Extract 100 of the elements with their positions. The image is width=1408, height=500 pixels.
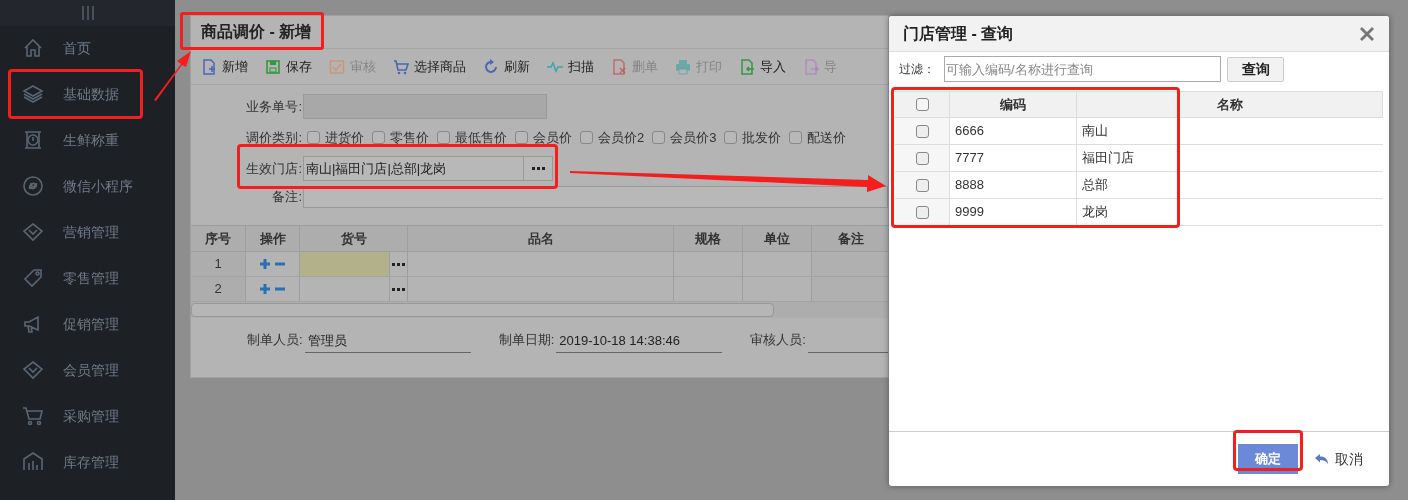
building-icon <box>22 451 44 473</box>
sidebar-item[interactable]: 零售管理 <box>12 257 140 299</box>
toolbar-button[interactable]: 新增 <box>201 56 248 77</box>
remark-field[interactable] <box>303 186 888 208</box>
refresh-icon <box>483 58 499 75</box>
option-label: 会员价2 <box>598 128 645 147</box>
column-header: 货号 <box>300 226 408 251</box>
sidebar-item[interactable]: 生鲜称重 <box>12 119 140 161</box>
scrollbar-thumb[interactable] <box>191 303 774 317</box>
checkbox-icon <box>329 58 345 75</box>
field-value: 南山|福田门店|总部|龙岗 <box>305 159 448 178</box>
row-number: 2 <box>191 277 246 301</box>
column-header: 序号 <box>191 226 246 251</box>
toolbar-button[interactable]: 扫描 <box>547 56 594 77</box>
table-cell: 6666 <box>950 118 1077 144</box>
column-header: 编码 <box>950 92 1077 117</box>
add-icon[interactable] <box>260 284 270 294</box>
checkbox[interactable] <box>915 124 929 138</box>
row-number: 1 <box>191 252 246 276</box>
add-icon[interactable] <box>260 259 270 269</box>
cart-icon <box>393 58 409 75</box>
filter-field[interactable]: 可输入编码/名称进行查询 <box>944 56 1221 82</box>
option-label: 最低售价 <box>455 128 507 147</box>
table-cell: 8888 <box>950 172 1077 198</box>
column-header: 名称 <box>1077 92 1383 117</box>
sidebar-item[interactable]: 会员管理 <box>12 349 140 391</box>
checkbox[interactable] <box>652 131 666 144</box>
checkbox[interactable] <box>372 131 385 144</box>
sidebar-item[interactable]: 促销管理 <box>12 303 140 345</box>
panel-title: 商品调价 - 新增 <box>201 22 312 42</box>
sidebar-item[interactable]: 首页 <box>12 27 140 69</box>
save-icon <box>265 58 281 75</box>
sidebar-item[interactable]: 微信小程序 <box>12 165 140 207</box>
table-cell-text: 南山 <box>1081 122 1109 141</box>
checkbox[interactable] <box>915 205 929 219</box>
checkbox[interactable] <box>437 131 450 144</box>
column-header: 规格 <box>674 226 743 251</box>
toolbar-button[interactable]: 导入 <box>739 56 786 77</box>
diamond-icon <box>22 359 44 381</box>
store-field[interactable]: 南山|福田门店|总部|龙岗 <box>303 156 553 181</box>
column-header: 操作 <box>246 226 300 251</box>
tag-icon <box>22 267 44 289</box>
checkbox[interactable] <box>789 131 803 144</box>
option-label: 会员价 <box>533 128 572 147</box>
table-cell-text: 福田门店 <box>1081 149 1135 168</box>
undo-icon <box>1314 453 1329 465</box>
item-code-cell[interactable] <box>300 252 390 276</box>
field-label: 业务单号: <box>245 97 303 116</box>
table-cell: 7777 <box>950 145 1077 171</box>
layers-icon <box>22 83 44 105</box>
dialog-title: 门店管理 - 查询 <box>903 23 1014 44</box>
more-icon[interactable] <box>392 287 405 291</box>
close-icon[interactable] <box>1359 25 1375 42</box>
option-label: 零售价 <box>390 128 429 147</box>
column-header: 单位 <box>743 226 812 251</box>
option-label: 批发价 <box>742 128 782 147</box>
checkbox[interactable] <box>307 131 320 144</box>
checkbox[interactable] <box>580 131 593 144</box>
field-label: 调价类别: <box>245 128 303 147</box>
option-label: 会员价3 <box>670 128 717 147</box>
printer-icon <box>675 58 691 75</box>
field-label: 备注: <box>271 188 303 207</box>
more-icon[interactable] <box>392 262 405 266</box>
checkbox[interactable] <box>915 151 929 165</box>
sidebar-item[interactable]: 基础数据 <box>12 73 140 115</box>
import-file-icon <box>739 58 755 75</box>
diamond-icon <box>22 221 44 243</box>
toolbar-button[interactable]: 保存 <box>265 56 312 77</box>
checkbox[interactable] <box>515 131 528 144</box>
field-label: 生效门店: <box>245 159 303 178</box>
toolbar-button[interactable]: 选择商品 <box>393 56 466 77</box>
sidebar-item[interactable]: 采购管理 <box>12 395 140 437</box>
filter-label: 过滤： <box>899 61 936 78</box>
field-label: 审核人员: <box>750 331 806 349</box>
scale-icon <box>22 129 44 151</box>
circle-link-icon <box>22 175 44 197</box>
export-file-icon <box>803 58 819 75</box>
sidebar-item[interactable]: 库存管理 <box>12 441 140 483</box>
cancel-button[interactable]: 取消 <box>1314 448 1363 470</box>
query-button[interactable]: 查询 <box>1227 56 1284 82</box>
annotation-arrow <box>154 51 191 101</box>
checkbox[interactable] <box>724 131 738 144</box>
option-label: 进货价 <box>325 128 364 147</box>
home-icon <box>22 37 44 59</box>
checkbox[interactable] <box>915 178 929 192</box>
field-label: 制单人员: <box>247 331 303 349</box>
highlight-box <box>1233 430 1303 471</box>
table-cell: 9999 <box>950 199 1077 225</box>
cart-icon <box>22 405 44 427</box>
more-icon <box>531 167 545 170</box>
field-value: 管理员 <box>307 332 347 351</box>
new-file-icon <box>201 58 217 75</box>
table-cell-text: 总部 <box>1081 176 1109 195</box>
checkbox[interactable] <box>915 98 929 111</box>
toolbar-button[interactable]: 刷新 <box>483 56 530 77</box>
column-header: 品名 <box>408 226 674 251</box>
grip-icon[interactable] <box>80 5 95 21</box>
sidebar-item[interactable]: 营销管理 <box>12 211 140 253</box>
field-value: 2019-10-18 14:38:46 <box>559 332 680 351</box>
delete-file-icon <box>611 58 627 75</box>
